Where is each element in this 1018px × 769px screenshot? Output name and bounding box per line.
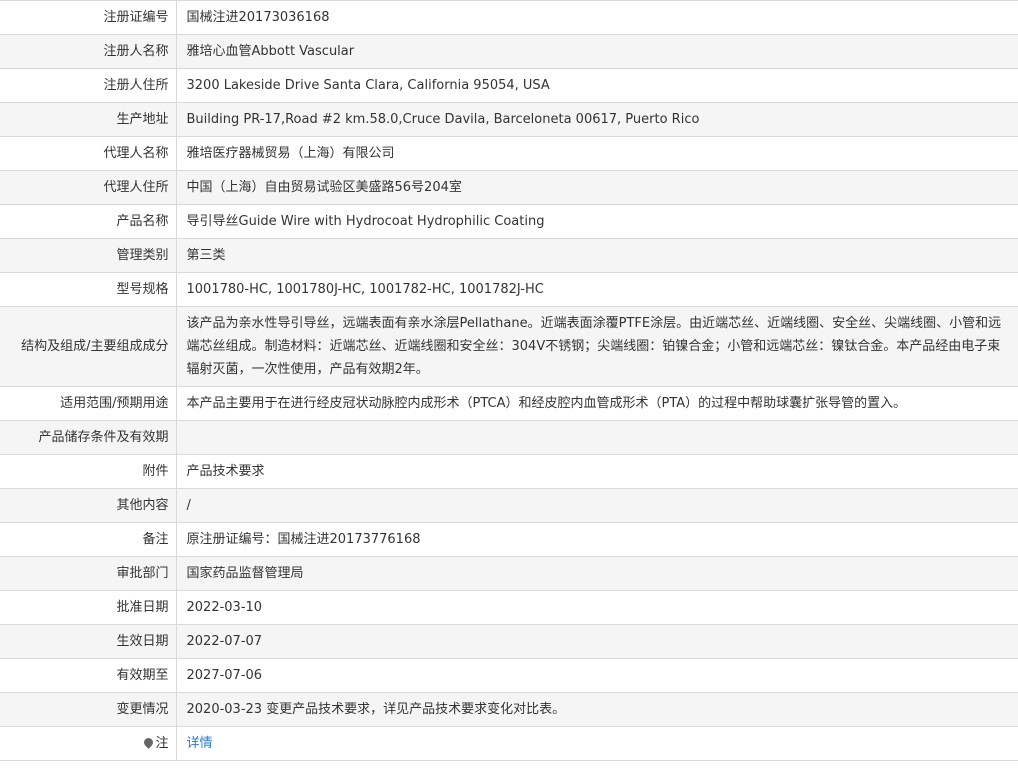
field-value: Building PR-17,Road #2 km.58.0,Cruce Dav… [176,102,1018,137]
note-row: 注 详情 [0,726,1018,761]
field-label: 代理人住所 [0,170,177,205]
field-label: 备注 [0,522,177,557]
field-value: 2027-07-06 [176,658,1018,693]
note-label-cell: 注 [0,726,177,761]
field-value [176,420,1018,455]
table-row: 生产地址 Building PR-17,Road #2 km.58.0,Cruc… [0,102,1018,137]
table-row: 产品储存条件及有效期 [0,420,1018,455]
field-label: 结构及组成/主要组成成分 [0,306,177,387]
table-row: 附件 产品技术要求 [0,454,1018,489]
field-value: / [176,488,1018,523]
field-label: 变更情况 [0,692,177,727]
field-label: 产品名称 [0,204,177,239]
field-value: 国械注进20173036168 [176,0,1018,35]
note-label: 注 [155,736,169,751]
field-value: 1001780-HC, 1001780J-HC, 1001782-HC, 100… [176,272,1018,307]
field-label: 生效日期 [0,624,177,659]
note-value-cell: 详情 [176,726,1018,761]
table-row: 有效期至 2027-07-06 [0,658,1018,693]
table-row: 适用范围/预期用途 本产品主要用于在进行经皮冠状动脉腔内成形术（PTCA）和经皮… [0,386,1018,421]
field-label: 有效期至 [0,658,177,693]
field-value: 雅培医疗器械贸易（上海）有限公司 [176,136,1018,171]
field-value: 原注册证编号：国械注进20173776168 [176,522,1018,557]
field-value: 国家药品监督管理局 [176,556,1018,591]
table-row: 管理类别 第三类 [0,238,1018,273]
field-value: 2022-07-07 [176,624,1018,659]
field-label: 注册人名称 [0,34,177,69]
field-value: 3200 Lakeside Drive Santa Clara, Califor… [176,68,1018,103]
table-row: 型号规格 1001780-HC, 1001780J-HC, 1001782-HC… [0,272,1018,307]
field-label: 型号规格 [0,272,177,307]
field-value: 2022-03-10 [176,590,1018,625]
field-label: 注册人住所 [0,68,177,103]
field-value: 2020-03-23 变更产品技术要求，详见产品技术要求变化对比表。 [176,692,1018,727]
field-value: 中国（上海）自由贸易试验区美盛路56号204室 [176,170,1018,205]
table-row: 注册证编号 国械注进20173036168 [0,0,1018,35]
field-label: 注册证编号 [0,0,177,35]
pin-icon [142,736,156,749]
table-row: 备注 原注册证编号：国械注进20173776168 [0,522,1018,557]
field-label: 审批部门 [0,556,177,591]
field-label: 管理类别 [0,238,177,273]
table-row: 批准日期 2022-03-10 [0,590,1018,625]
table-row: 变更情况 2020-03-23 变更产品技术要求，详见产品技术要求变化对比表。 [0,692,1018,727]
table-row: 生效日期 2022-07-07 [0,624,1018,659]
field-label: 批准日期 [0,590,177,625]
table-row: 注册人名称 雅培心血管Abbott Vascular [0,34,1018,69]
field-value: 本产品主要用于在进行经皮冠状动脉腔内成形术（PTCA）和经皮腔内血管成形术（PT… [176,386,1018,421]
field-value: 第三类 [176,238,1018,273]
table-row: 审批部门 国家药品监督管理局 [0,556,1018,591]
table-row: 代理人名称 雅培医疗器械贸易（上海）有限公司 [0,136,1018,171]
field-value: 产品技术要求 [176,454,1018,489]
table-row: 其他内容 / [0,488,1018,523]
field-label: 产品储存条件及有效期 [0,420,177,455]
field-value: 雅培心血管Abbott Vascular [176,34,1018,69]
registration-record-table: 注册证编号 国械注进20173036168 注册人名称 雅培心血管Abbott … [0,0,1018,761]
field-label: 代理人名称 [0,136,177,171]
field-label: 附件 [0,454,177,489]
table-row: 代理人住所 中国（上海）自由贸易试验区美盛路56号204室 [0,170,1018,205]
field-value: 该产品为亲水性导引导丝，远端表面有亲水涂层Pellathane。近端表面涂覆PT… [176,306,1018,387]
field-label: 其他内容 [0,488,177,523]
table-row: 产品名称 导引导丝Guide Wire with Hydrocoat Hydro… [0,204,1018,239]
field-label: 适用范围/预期用途 [0,386,177,421]
field-value: 导引导丝Guide Wire with Hydrocoat Hydrophili… [176,204,1018,239]
table-row: 结构及组成/主要组成成分 该产品为亲水性导引导丝，远端表面有亲水涂层Pellat… [0,306,1018,387]
detail-link[interactable]: 详情 [187,736,213,751]
table-row: 注册人住所 3200 Lakeside Drive Santa Clara, C… [0,68,1018,103]
field-label: 生产地址 [0,102,177,137]
